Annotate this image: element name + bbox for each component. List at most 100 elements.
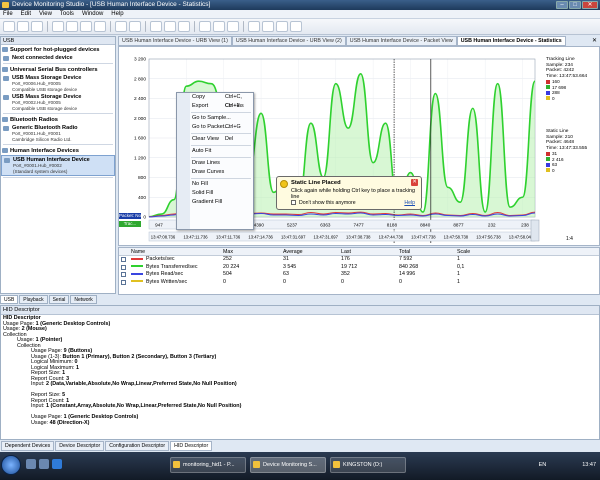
context-menu-item[interactable]: Export Ctrl+E bbox=[177, 102, 253, 111]
x-tick-time: 13:47:47.738 bbox=[411, 235, 436, 240]
descriptor-tab[interactable]: Configuration Descriptor bbox=[105, 441, 170, 451]
menu-view[interactable]: View bbox=[39, 10, 52, 18]
serial-icon[interactable] bbox=[66, 21, 78, 32]
document-tab[interactable]: USB Human Interface Device - Statistics bbox=[456, 36, 566, 46]
descriptor-tab[interactable]: Device Descriptor bbox=[55, 441, 105, 451]
stats-icon[interactable] bbox=[276, 21, 288, 32]
device-group[interactable]: Universal Serial Bus controllers bbox=[1, 65, 115, 74]
playback-icon[interactable] bbox=[94, 21, 106, 32]
document-close-icon[interactable]: ✕ bbox=[592, 37, 597, 44]
device-item[interactable]: Next connected device bbox=[1, 54, 115, 62]
maximize-button[interactable]: □ bbox=[569, 1, 581, 9]
context-menu-item[interactable]: Go to Sample... bbox=[177, 114, 253, 123]
context-menu-item[interactable]: Auto Fit bbox=[177, 147, 253, 156]
menu-help[interactable]: Help bbox=[111, 10, 123, 18]
descriptor-tab[interactable]: HID Descriptor bbox=[170, 441, 213, 451]
device-group[interactable]: Support for hot-plugged devices bbox=[1, 45, 115, 54]
series-visible-checkbox[interactable] bbox=[121, 272, 126, 277]
menu-separator bbox=[191, 157, 251, 158]
menu-window[interactable]: Window bbox=[82, 10, 103, 18]
grid-cell-scale[interactable]: 1 bbox=[457, 279, 517, 287]
chart2-icon[interactable] bbox=[213, 21, 225, 32]
menu-edit[interactable]: Edit bbox=[21, 10, 31, 18]
context-menu-item[interactable]: Draw Lines bbox=[177, 159, 253, 168]
descriptor-header: HID Descriptor bbox=[1, 306, 599, 315]
network-icon[interactable] bbox=[80, 21, 92, 32]
grid-row[interactable]: Packets/sec 252 31 176 7 592 1 bbox=[119, 256, 599, 264]
context-menu-item[interactable]: Draw Curves bbox=[177, 168, 253, 177]
grid-row[interactable]: Bytes Written/sec 0 0 0 0 1 bbox=[119, 279, 599, 287]
taskbar-button[interactable]: Device Monitoring S... bbox=[250, 457, 326, 473]
document-tab[interactable]: USB Human Interface Device - URB View (1… bbox=[118, 36, 232, 46]
device-group[interactable]: Bluetooth Radios bbox=[1, 115, 115, 124]
quicklaunch-switch-icon[interactable] bbox=[39, 459, 49, 469]
context-menu-item[interactable]: Go to Packet... Ctrl+G bbox=[177, 123, 253, 132]
grid-cell-scale[interactable]: 1 bbox=[457, 256, 517, 264]
grid-cell-scale[interactable]: 0,1 bbox=[457, 264, 517, 272]
taskbar-button[interactable]: monitoring_hid1 - P... bbox=[170, 457, 246, 473]
panel-tab-usb[interactable]: USB bbox=[0, 295, 19, 304]
usb-icon[interactable] bbox=[52, 21, 64, 32]
save-icon[interactable] bbox=[31, 21, 43, 32]
device-group[interactable]: Human Interface Devices bbox=[1, 146, 115, 155]
open-icon[interactable] bbox=[17, 21, 29, 32]
descriptor-tab[interactable]: Dependent Devices bbox=[1, 441, 55, 451]
new-session-icon[interactable] bbox=[3, 21, 15, 32]
document-tab[interactable]: USB Human Interface Device - URB View (2… bbox=[231, 36, 346, 46]
chart-icon[interactable] bbox=[199, 21, 211, 32]
context-menu-item[interactable]: No Fill bbox=[177, 180, 253, 189]
minimize-button[interactable]: – bbox=[556, 1, 568, 9]
device-item[interactable]: Generic Bluetooth Radio Port_#0001.Hub_#0… bbox=[1, 124, 115, 143]
device-item[interactable]: USB Mass Storage Device Port_#0002.Hub_#0… bbox=[1, 93, 115, 112]
series-visible-checkbox[interactable] bbox=[121, 264, 126, 270]
descriptor-panel: HID Descriptor HID Descriptor Usage Page:… bbox=[0, 305, 600, 440]
start-icon[interactable] bbox=[150, 21, 162, 32]
series-visible-checkbox[interactable] bbox=[121, 279, 126, 285]
descriptor-value: Button 1 (Primary), Button 2 (Secondary)… bbox=[62, 353, 217, 360]
dont-show-checkbox[interactable] bbox=[291, 200, 296, 205]
panel-tab-playback[interactable]: Playback bbox=[19, 295, 48, 304]
clock[interactable]: 13:47 bbox=[582, 457, 596, 473]
document-tab[interactable]: USB Human Interface Device - Packet View bbox=[345, 36, 457, 46]
context-menu-item[interactable]: Solid Fill bbox=[177, 189, 253, 198]
menu-file[interactable]: File bbox=[3, 10, 13, 18]
language-indicator[interactable]: EN bbox=[539, 457, 547, 473]
device-item[interactable]: USB Human Interface Device Port_#0001.Hub… bbox=[1, 155, 115, 176]
grid-header-max[interactable]: Max bbox=[223, 248, 283, 255]
grid-row[interactable]: Bytes Read/sec 504 63 352 14 996 1 bbox=[119, 271, 599, 279]
balloon-close-icon[interactable]: ✕ bbox=[411, 179, 418, 186]
tools-icon[interactable] bbox=[115, 21, 127, 32]
close-button[interactable]: ✕ bbox=[582, 1, 598, 9]
menu-item-label: Export bbox=[192, 103, 209, 109]
x-tick-time: 13:47:08.736 bbox=[151, 235, 176, 240]
help-icon[interactable] bbox=[290, 21, 302, 32]
panel-tab-serial[interactable]: Serial bbox=[48, 295, 70, 304]
start-button[interactable] bbox=[1, 455, 21, 475]
grid-header-name[interactable]: Name bbox=[129, 248, 223, 255]
quicklaunch-browser-icon[interactable] bbox=[52, 459, 62, 469]
grid-header-last[interactable]: Last bbox=[341, 248, 399, 255]
grid-header-average[interactable]: Average bbox=[283, 248, 341, 255]
context-menu-item[interactable]: Copy Ctrl+C, Ctrl+Ins bbox=[177, 93, 253, 109]
panel-tab-network[interactable]: Network bbox=[70, 295, 97, 304]
filter-icon[interactable] bbox=[129, 21, 141, 32]
chart3-icon[interactable] bbox=[227, 21, 239, 32]
pause-icon[interactable] bbox=[178, 21, 190, 32]
grid-header-scale[interactable]: Scale bbox=[457, 248, 517, 255]
chart-scroll-right[interactable] bbox=[530, 219, 540, 242]
stop-icon[interactable] bbox=[164, 21, 176, 32]
grid-cell-scale[interactable]: 1 bbox=[457, 271, 517, 279]
balloon-help-link[interactable]: Help bbox=[404, 200, 415, 206]
context-menu-item[interactable]: Gradient Fill bbox=[177, 198, 253, 207]
series-visible-checkbox[interactable] bbox=[121, 257, 126, 262]
grid-header-total[interactable]: Total bbox=[399, 248, 457, 255]
grid-row[interactable]: Bytes Transferred/sec 20 224 3 545 19 712 84… bbox=[119, 264, 599, 272]
taskbar-button[interactable]: KINGSTON (D:) bbox=[330, 457, 406, 473]
device-item[interactable]: USB Mass Storage Device Port_#0006.Hub_#0… bbox=[1, 74, 115, 93]
packet-icon[interactable] bbox=[248, 21, 260, 32]
urb-icon[interactable] bbox=[262, 21, 274, 32]
quicklaunch-desktop-icon[interactable] bbox=[26, 459, 36, 469]
context-menu-item[interactable]: Clear View Del bbox=[177, 135, 253, 144]
menu-tools[interactable]: Tools bbox=[60, 10, 74, 18]
usb-device-icon bbox=[3, 95, 9, 100]
